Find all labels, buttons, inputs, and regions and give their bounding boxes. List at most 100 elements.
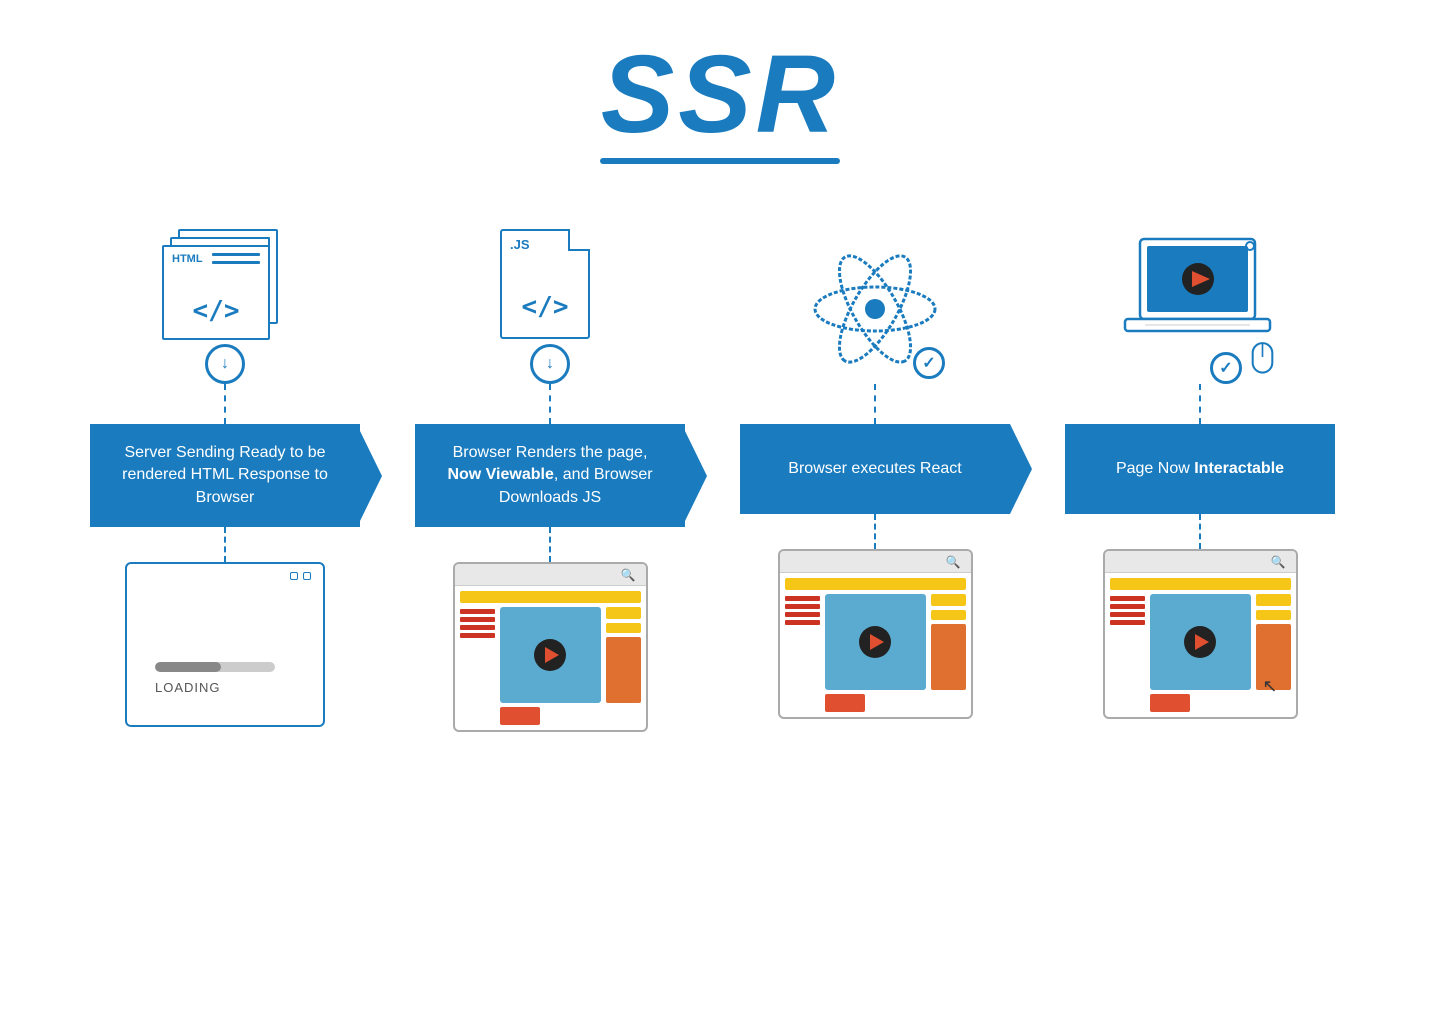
right-blocks-3 xyxy=(931,594,966,690)
checkmark-react: ✓ xyxy=(913,347,945,379)
step-2-text: Browser Renders the page, Now Viewable, … xyxy=(439,442,661,509)
play-triangle-4 xyxy=(1195,634,1209,650)
orange-block-2 xyxy=(606,637,641,703)
yellow-bar-top-2 xyxy=(460,591,641,603)
dashed-line-2b xyxy=(549,527,551,562)
orange-block-3 xyxy=(931,624,966,690)
search-icon-3: 🔍 xyxy=(946,555,961,569)
js-file-body: .JS </> xyxy=(500,229,590,339)
js-code-tag: </> xyxy=(522,292,569,322)
play-button-3 xyxy=(859,626,891,658)
browser-bar-2: 🔍 xyxy=(455,564,646,586)
dot-1 xyxy=(290,572,298,580)
loading-bar-fill xyxy=(155,662,221,672)
connector-3-4 xyxy=(1030,194,1045,488)
play-triangle-2 xyxy=(545,647,559,663)
red-bottom-2 xyxy=(500,707,540,725)
browser-bar-3: 🔍 xyxy=(780,551,971,573)
video-thumb-4 xyxy=(1150,594,1251,690)
video-thumb-2 xyxy=(500,607,601,703)
js-file-icon-container: .JS </> ↓ xyxy=(500,194,600,384)
red-bottom-3 xyxy=(825,694,865,712)
dashed-line-1 xyxy=(224,384,226,424)
browser-screen-4-container: 🔍 xyxy=(1103,549,1298,729)
step-4: ✓ Page Now Interactable 🔍 xyxy=(1045,194,1355,729)
step-1-text: Server Sending Ready to be rendered HTML… xyxy=(114,442,336,509)
html-code-tag: </> xyxy=(193,296,240,326)
html-label: HTML xyxy=(172,253,203,265)
loading-screen: LOADING xyxy=(125,562,325,727)
step-1: HTML </> ↓ Server Sending Ready to xyxy=(70,194,380,742)
mouse-icon xyxy=(1245,339,1280,389)
yellow-bar-top-3 xyxy=(785,578,966,590)
loading-bar xyxy=(155,662,275,672)
laptop-icon: ✓ xyxy=(1120,234,1280,384)
yellow-small2-2 xyxy=(606,623,641,633)
html-stack-icon-container: HTML </> ↓ xyxy=(160,194,290,384)
checkmark-symbol-laptop: ✓ xyxy=(1219,358,1232,378)
search-icon-4: 🔍 xyxy=(1271,555,1286,569)
dashed-line-1b xyxy=(224,527,226,562)
dot-2 xyxy=(303,572,311,580)
play-button-4 xyxy=(1184,626,1216,658)
step-2: .JS </> ↓ Browser Renders the page, Now … xyxy=(395,194,705,742)
download-icon-2: ↓ xyxy=(530,344,570,384)
diagram: HTML </> ↓ Server Sending Ready to xyxy=(70,194,1370,742)
right-blocks-2 xyxy=(606,607,641,703)
download-icon-1: ↓ xyxy=(205,344,245,384)
js-label: .JS xyxy=(510,237,530,252)
page-title: SSR xyxy=(600,40,840,150)
connector-1-2 xyxy=(380,194,395,488)
step-3-text: Browser executes React xyxy=(788,458,961,480)
laptop-icon-container: ✓ xyxy=(1120,194,1280,384)
js-file-corner xyxy=(568,229,590,251)
red-lines-3 xyxy=(785,594,820,690)
window-dots xyxy=(290,572,311,580)
js-file-icon: .JS </> xyxy=(500,229,600,349)
step-3-box: Browser executes React xyxy=(740,424,1010,514)
yellow-small-3 xyxy=(931,594,966,606)
dashed-line-4 xyxy=(1199,384,1201,424)
dashed-line-3 xyxy=(874,384,876,424)
yellow-small-4 xyxy=(1256,594,1291,606)
html-stack-icon: HTML </> xyxy=(160,229,290,349)
react-atom-icon: ✓ xyxy=(800,234,950,384)
loading-screen-container: LOADING xyxy=(125,562,325,742)
browser-screen-4: 🔍 xyxy=(1103,549,1298,719)
video-thumb-3 xyxy=(825,594,926,690)
title-underline xyxy=(600,158,840,164)
step-1-box: Server Sending Ready to be rendered HTML… xyxy=(90,424,360,527)
cursor-icon: ↖ xyxy=(1262,676,1277,697)
step-3: ✓ Browser executes React 🔍 xyxy=(720,194,1030,729)
red-lines-4 xyxy=(1110,594,1145,690)
yellow-small2-4 xyxy=(1256,610,1291,620)
browser-bar-4: 🔍 xyxy=(1105,551,1296,573)
connector-2-3 xyxy=(705,194,720,488)
yellow-bar-top-4 xyxy=(1110,578,1291,590)
dashed-line-3b xyxy=(874,514,876,549)
title-section: SSR xyxy=(600,40,840,164)
browser-screen-2-container: 🔍 xyxy=(453,562,648,742)
dashed-line-4b xyxy=(1199,514,1201,549)
red-lines-2 xyxy=(460,607,495,703)
browser-screen-3-container: 🔍 xyxy=(778,549,973,729)
play-button-2 xyxy=(534,639,566,671)
mouse-svg xyxy=(1245,339,1280,384)
step-4-box: Page Now Interactable xyxy=(1065,424,1335,514)
play-triangle-3 xyxy=(870,634,884,650)
browser-screen-2: 🔍 xyxy=(453,562,648,732)
yellow-small-2 xyxy=(606,607,641,619)
step-2-box: Browser Renders the page, Now Viewable, … xyxy=(415,424,685,527)
step-4-text: Page Now Interactable xyxy=(1116,458,1284,480)
checkmark-symbol: ✓ xyxy=(922,353,935,373)
red-bottom-4 xyxy=(1150,694,1190,712)
dashed-line-2 xyxy=(549,384,551,424)
loading-label: LOADING xyxy=(155,680,221,695)
yellow-small2-3 xyxy=(931,610,966,620)
checkmark-laptop: ✓ xyxy=(1210,352,1242,384)
search-icon-2: 🔍 xyxy=(621,568,636,582)
react-icon-container: ✓ xyxy=(800,194,950,384)
browser-screen-3: 🔍 xyxy=(778,549,973,719)
loading-bar-container: LOADING xyxy=(155,662,295,695)
html-page-front: HTML </> xyxy=(162,245,270,340)
